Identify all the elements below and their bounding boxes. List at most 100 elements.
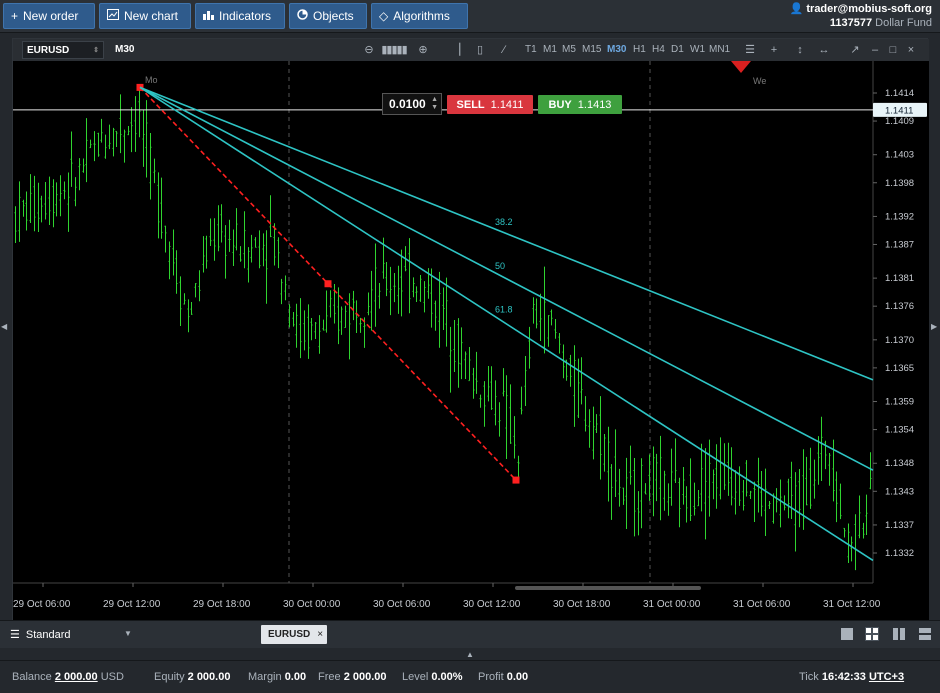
objects-icon xyxy=(297,9,308,23)
price-tick-label: 1.1381 xyxy=(885,273,914,284)
close-tab-icon[interactable]: × xyxy=(317,629,323,640)
menu-icon[interactable]: ☰ xyxy=(742,42,758,58)
session-label-wednesday: We xyxy=(753,76,766,86)
user-email: trader@mobius-soft.org xyxy=(806,3,932,15)
price-tick-label: 1.1332 xyxy=(885,548,914,559)
time-tick-label: 30 Oct 00:00 xyxy=(283,599,341,610)
new-order-label: New order xyxy=(23,9,79,23)
price-tick-label: 1.1370 xyxy=(885,335,914,346)
layout-columns-icon[interactable] xyxy=(892,627,906,641)
sell-label: SELL xyxy=(456,98,485,111)
tf-m15[interactable]: M15 xyxy=(582,44,601,55)
workspace-name: Standard xyxy=(25,628,71,641)
time-tick-label: 29 Oct 12:00 xyxy=(103,599,161,610)
zoom-slider[interactable]: ▮▮▮▮▮ xyxy=(379,42,409,58)
account-info[interactable]: 👤 trader@mobius-soft.org 1137577 Dollar … xyxy=(790,2,932,30)
chart-tab[interactable]: EURUSD × xyxy=(261,625,327,644)
indicators-button[interactable]: Indicators xyxy=(195,3,285,29)
sell-button[interactable]: SELL 1.1411 xyxy=(447,95,533,114)
tf-m30[interactable]: M30 xyxy=(607,44,626,55)
trading-app: + New order New chart Indicators Objects… xyxy=(0,0,940,693)
price-tick-label: 1.1387 xyxy=(885,239,914,250)
balance-value[interactable]: 2 000.00 xyxy=(55,671,98,683)
time-tick-label: 30 Oct 12:00 xyxy=(463,599,521,610)
diamond-icon: ◇ xyxy=(379,9,389,23)
right-panel-arrow[interactable]: ▶ xyxy=(931,322,937,331)
layout-rows-icon[interactable] xyxy=(918,627,932,641)
buy-button[interactable]: BUY 1.1413 xyxy=(538,95,622,114)
symbol-value: EURUSD xyxy=(27,44,70,56)
margin-value: 0.00 xyxy=(284,671,307,683)
free-value: 2 000.00 xyxy=(343,671,387,683)
time-tick-label: 29 Oct 18:00 xyxy=(193,599,251,610)
tf-t1[interactable]: T1 xyxy=(525,44,537,55)
balance-currency: USD xyxy=(100,671,124,683)
timezone-value[interactable]: UTC+3 xyxy=(869,671,904,683)
maximize-icon[interactable]: □ xyxy=(885,42,901,58)
spinner-icon[interactable]: ▲ ▼ xyxy=(431,96,438,112)
plus-icon: + xyxy=(11,9,19,23)
time-tick-label: 30 Oct 06:00 xyxy=(373,599,431,610)
price-tick-label: 1.1354 xyxy=(885,425,914,436)
fan-level-label: 61.8 xyxy=(495,305,513,315)
new-order-button[interactable]: + New order xyxy=(3,3,95,29)
price-tick-label: 1.1365 xyxy=(885,363,914,374)
time-tick-label: 30 Oct 18:00 xyxy=(553,599,611,610)
sell-price: 1.1411 xyxy=(490,98,524,111)
time-tick-label: 31 Oct 12:00 xyxy=(823,599,881,610)
tf-d1[interactable]: D1 xyxy=(671,44,684,55)
user-icon: 👤 xyxy=(789,3,804,15)
close-icon[interactable]: × xyxy=(903,42,919,58)
fan-end-handle xyxy=(512,476,520,484)
bar-style-icon[interactable]: ▕ xyxy=(448,42,464,58)
zoom-out-icon[interactable]: ⊖ xyxy=(361,42,377,58)
algorithms-button[interactable]: ◇ Algorithms xyxy=(371,3,468,29)
lot-size-value: 0.0100 xyxy=(389,97,426,111)
new-chart-button[interactable]: New chart xyxy=(99,3,191,29)
minimize-icon[interactable]: – xyxy=(867,42,883,58)
tf-mn1[interactable]: MN1 xyxy=(709,44,730,55)
crosshair-icon[interactable]: + xyxy=(766,42,782,58)
line-style-icon[interactable]: ∕ xyxy=(496,42,512,58)
tf-h1[interactable]: H1 xyxy=(633,44,646,55)
price-tick-label: 1.1348 xyxy=(885,458,914,469)
price-tick-label: 1.1409 xyxy=(885,116,914,127)
workspace-bar: ☰ Standard ▼ EURUSD × xyxy=(0,620,940,648)
lot-size-input[interactable]: 0.0100 ▲ ▼ xyxy=(382,93,442,115)
margin-level: Level 0.00% xyxy=(402,671,463,683)
layout-single-icon[interactable] xyxy=(840,627,854,641)
zoom-in-icon[interactable]: ⊕ xyxy=(415,42,431,58)
chart-scrollbar xyxy=(515,586,701,590)
profit-value: 0.00 xyxy=(506,671,529,683)
vertical-line-icon[interactable]: ↕ xyxy=(792,42,808,58)
level-label: Level xyxy=(402,671,429,683)
tick-value: 16:42:33 xyxy=(821,671,866,683)
chart-header: EURUSD ⇕ M30 ⊖ ▮▮▮▮▮ ⊕ ▕ ▯ ∕ T1 M1 M5 M1… xyxy=(13,39,929,61)
chart-icon xyxy=(107,9,119,23)
workspace-select[interactable]: ☰ Standard xyxy=(10,628,71,642)
symbol-select[interactable]: EURUSD ⇕ xyxy=(22,41,104,59)
buy-price: 1.1413 xyxy=(577,98,612,111)
panel-expand-icon[interactable]: ▲ xyxy=(466,650,474,659)
indicators-label: Indicators xyxy=(219,9,272,23)
tf-h4[interactable]: H4 xyxy=(652,44,665,55)
chart-tab-label: EURUSD xyxy=(268,629,311,640)
chart-plot-area[interactable]: 1.1414 1.1409 1.1403 1.1398 1.1392 1.1387 1.13… xyxy=(13,61,929,621)
fan-level-label: 50 xyxy=(495,261,505,271)
fan-mid-handle xyxy=(324,280,332,288)
status-bar: Balance 2 000.00 USD Equity 2 000.00 Mar… xyxy=(0,660,940,693)
layout-grid-icon[interactable] xyxy=(865,627,879,641)
objects-button[interactable]: Objects xyxy=(289,3,367,29)
tf-m5[interactable]: M5 xyxy=(562,44,576,55)
candle-style-icon[interactable]: ▯ xyxy=(472,42,488,58)
chevron-down-icon[interactable]: ▼ xyxy=(124,629,132,638)
left-panel-arrow[interactable]: ◀ xyxy=(1,322,7,331)
detach-icon[interactable]: ↗ xyxy=(847,42,863,58)
tf-w1[interactable]: W1 xyxy=(690,44,705,55)
price-tick-label: 1.1403 xyxy=(885,150,914,161)
horizontal-line-icon[interactable]: ↔ xyxy=(816,42,832,58)
time-tick-label: 31 Oct 06:00 xyxy=(733,599,791,610)
tf-m1[interactable]: M1 xyxy=(543,44,557,55)
objects-label: Objects xyxy=(313,9,354,23)
price-chart[interactable]: 1.1414 1.1409 1.1403 1.1398 1.1392 1.1387 1.13… xyxy=(13,61,929,621)
